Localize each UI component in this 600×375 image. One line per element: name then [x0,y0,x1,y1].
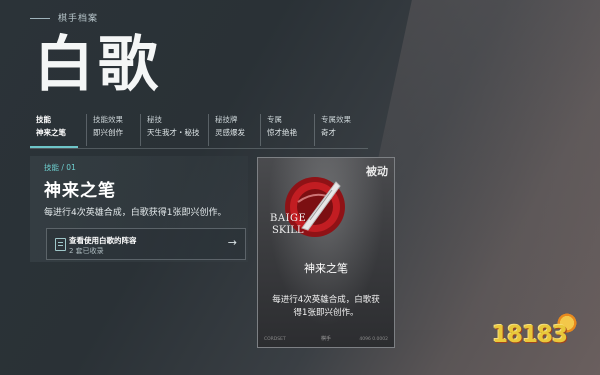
skill-description: 每进行4次英雄合成，白歌获得1张即兴创作。 [44,208,227,218]
tab-label: 专属 [267,115,282,124]
card-description: 每进行4次英雄合成，白歌获 得1张即兴创作。 [266,294,386,320]
list-icon [55,238,66,251]
tab-label: 秘技牌 [215,115,238,124]
card-desc-line2: 得1张即兴创作。 [293,308,359,318]
tab-exclusive-effect[interactable]: 专属效果 奇才 [314,114,351,146]
header-divider [30,18,50,19]
skill-index: 技能 / 01 [44,163,76,172]
arrow-right-icon: → [227,236,237,249]
skill-name: 神来之笔 [44,181,116,201]
tab-value: 奇才 [321,128,336,137]
tab-value: 神来之笔 [36,128,66,137]
tab-label: 秘技 [147,115,162,124]
tab-skill[interactable]: 技能 神来之笔 [30,114,66,146]
card-desc-line1: 每进行4次英雄合成，白歌获 [272,295,380,305]
tab-label: 技能 [36,115,51,124]
skill-card: BAIGE SKILL 被动 神来之笔 每进行4次英雄合成，白歌获 得1张即兴创… [257,157,395,348]
card-latin-line1: BAIGE [270,213,307,224]
tab-label: 技能效果 [93,115,123,124]
tab-skill-effect[interactable]: 技能效果 即兴创作 [86,114,123,146]
tab-label: 专属效果 [321,115,351,124]
card-latin-line2: SKILL [272,225,304,236]
tab-secret[interactable]: 秘技 天生我才・秘技 [140,114,200,146]
tab-secret-card[interactable]: 秘技牌 灵感爆发 [208,114,245,146]
tab-value: 惊才绝艳 [267,128,297,137]
lineup-title: 查看使用白歌的阵容 [69,236,137,245]
tab-exclusive[interactable]: 专属 惊才绝艳 [260,114,297,146]
view-lineups-button[interactable]: 查看使用白歌的阵容 2 套已收录 → [46,228,246,260]
tab-bar: 技能 神来之笔 技能效果 即兴创作 秘技 天生我才・秘技 秘技牌 灵感爆发 专属… [30,112,368,149]
section-title: 棋手档案 [58,14,99,24]
site-watermark-logo: 18183 [492,322,568,348]
tab-value: 灵感爆发 [215,128,245,137]
card-code-right: 4096 0.0002 [359,337,388,342]
card-skill-name: 神来之笔 [304,262,348,275]
lineup-count: 2 套已收录 [69,247,104,255]
tab-value: 即兴创作 [93,128,123,137]
tab-value: 天生我才・秘技 [147,128,200,137]
hero-name: 白歌 [34,30,162,100]
card-passive-tag: 被动 [366,165,388,178]
active-tab-indicator [30,146,78,148]
